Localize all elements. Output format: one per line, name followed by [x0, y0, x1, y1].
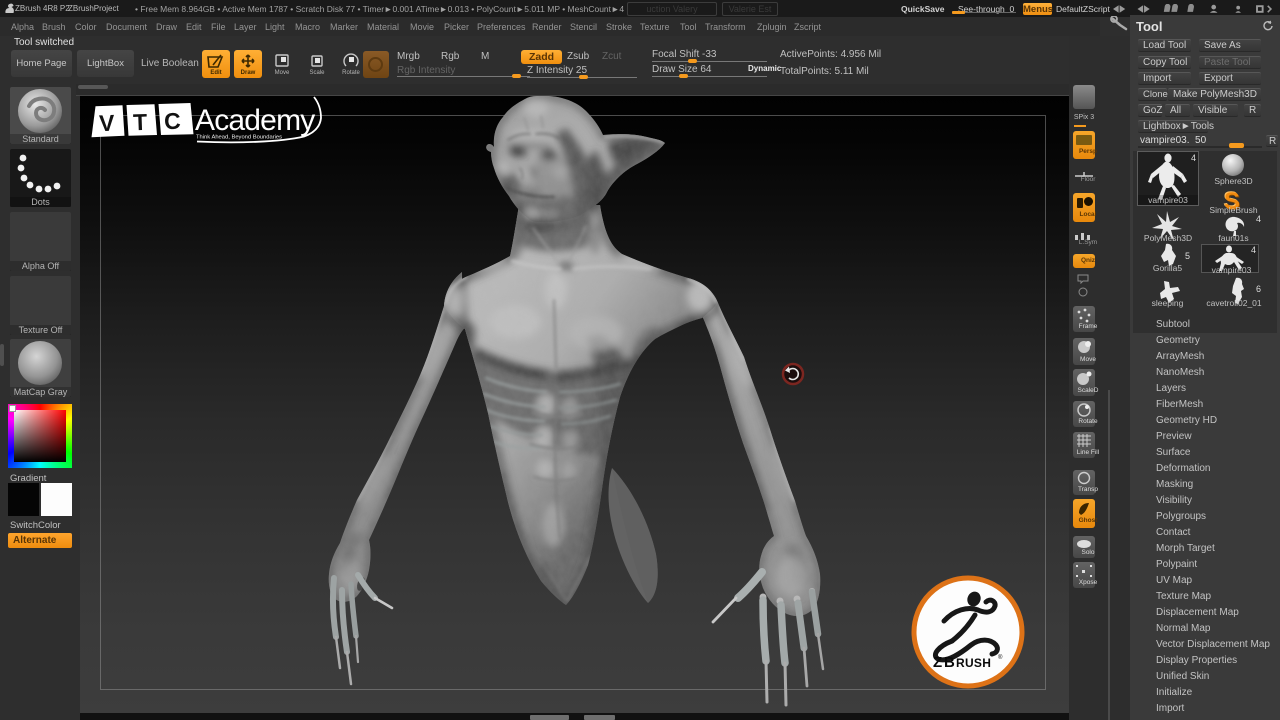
svg-text:Move: Move	[275, 70, 290, 76]
svg-text:RUSH: RUSH	[956, 656, 991, 670]
svg-text:Edit: Edit	[210, 70, 221, 76]
svg-text:Rotate: Rotate	[342, 70, 360, 76]
svg-text:Academy: Academy	[195, 104, 315, 137]
svg-text:Z: Z	[933, 654, 942, 671]
svg-text:C: C	[164, 108, 182, 135]
svg-text:T: T	[133, 109, 148, 135]
svg-text:®: ®	[998, 654, 1003, 661]
svg-text:B: B	[944, 654, 955, 671]
svg-text:Think Ahead, Beyond Boundaries: Think Ahead, Beyond Boundaries	[196, 135, 282, 141]
svg-text:Scale: Scale	[309, 70, 325, 76]
svg-text:Draw: Draw	[241, 70, 256, 76]
svg-text:V: V	[99, 110, 116, 137]
